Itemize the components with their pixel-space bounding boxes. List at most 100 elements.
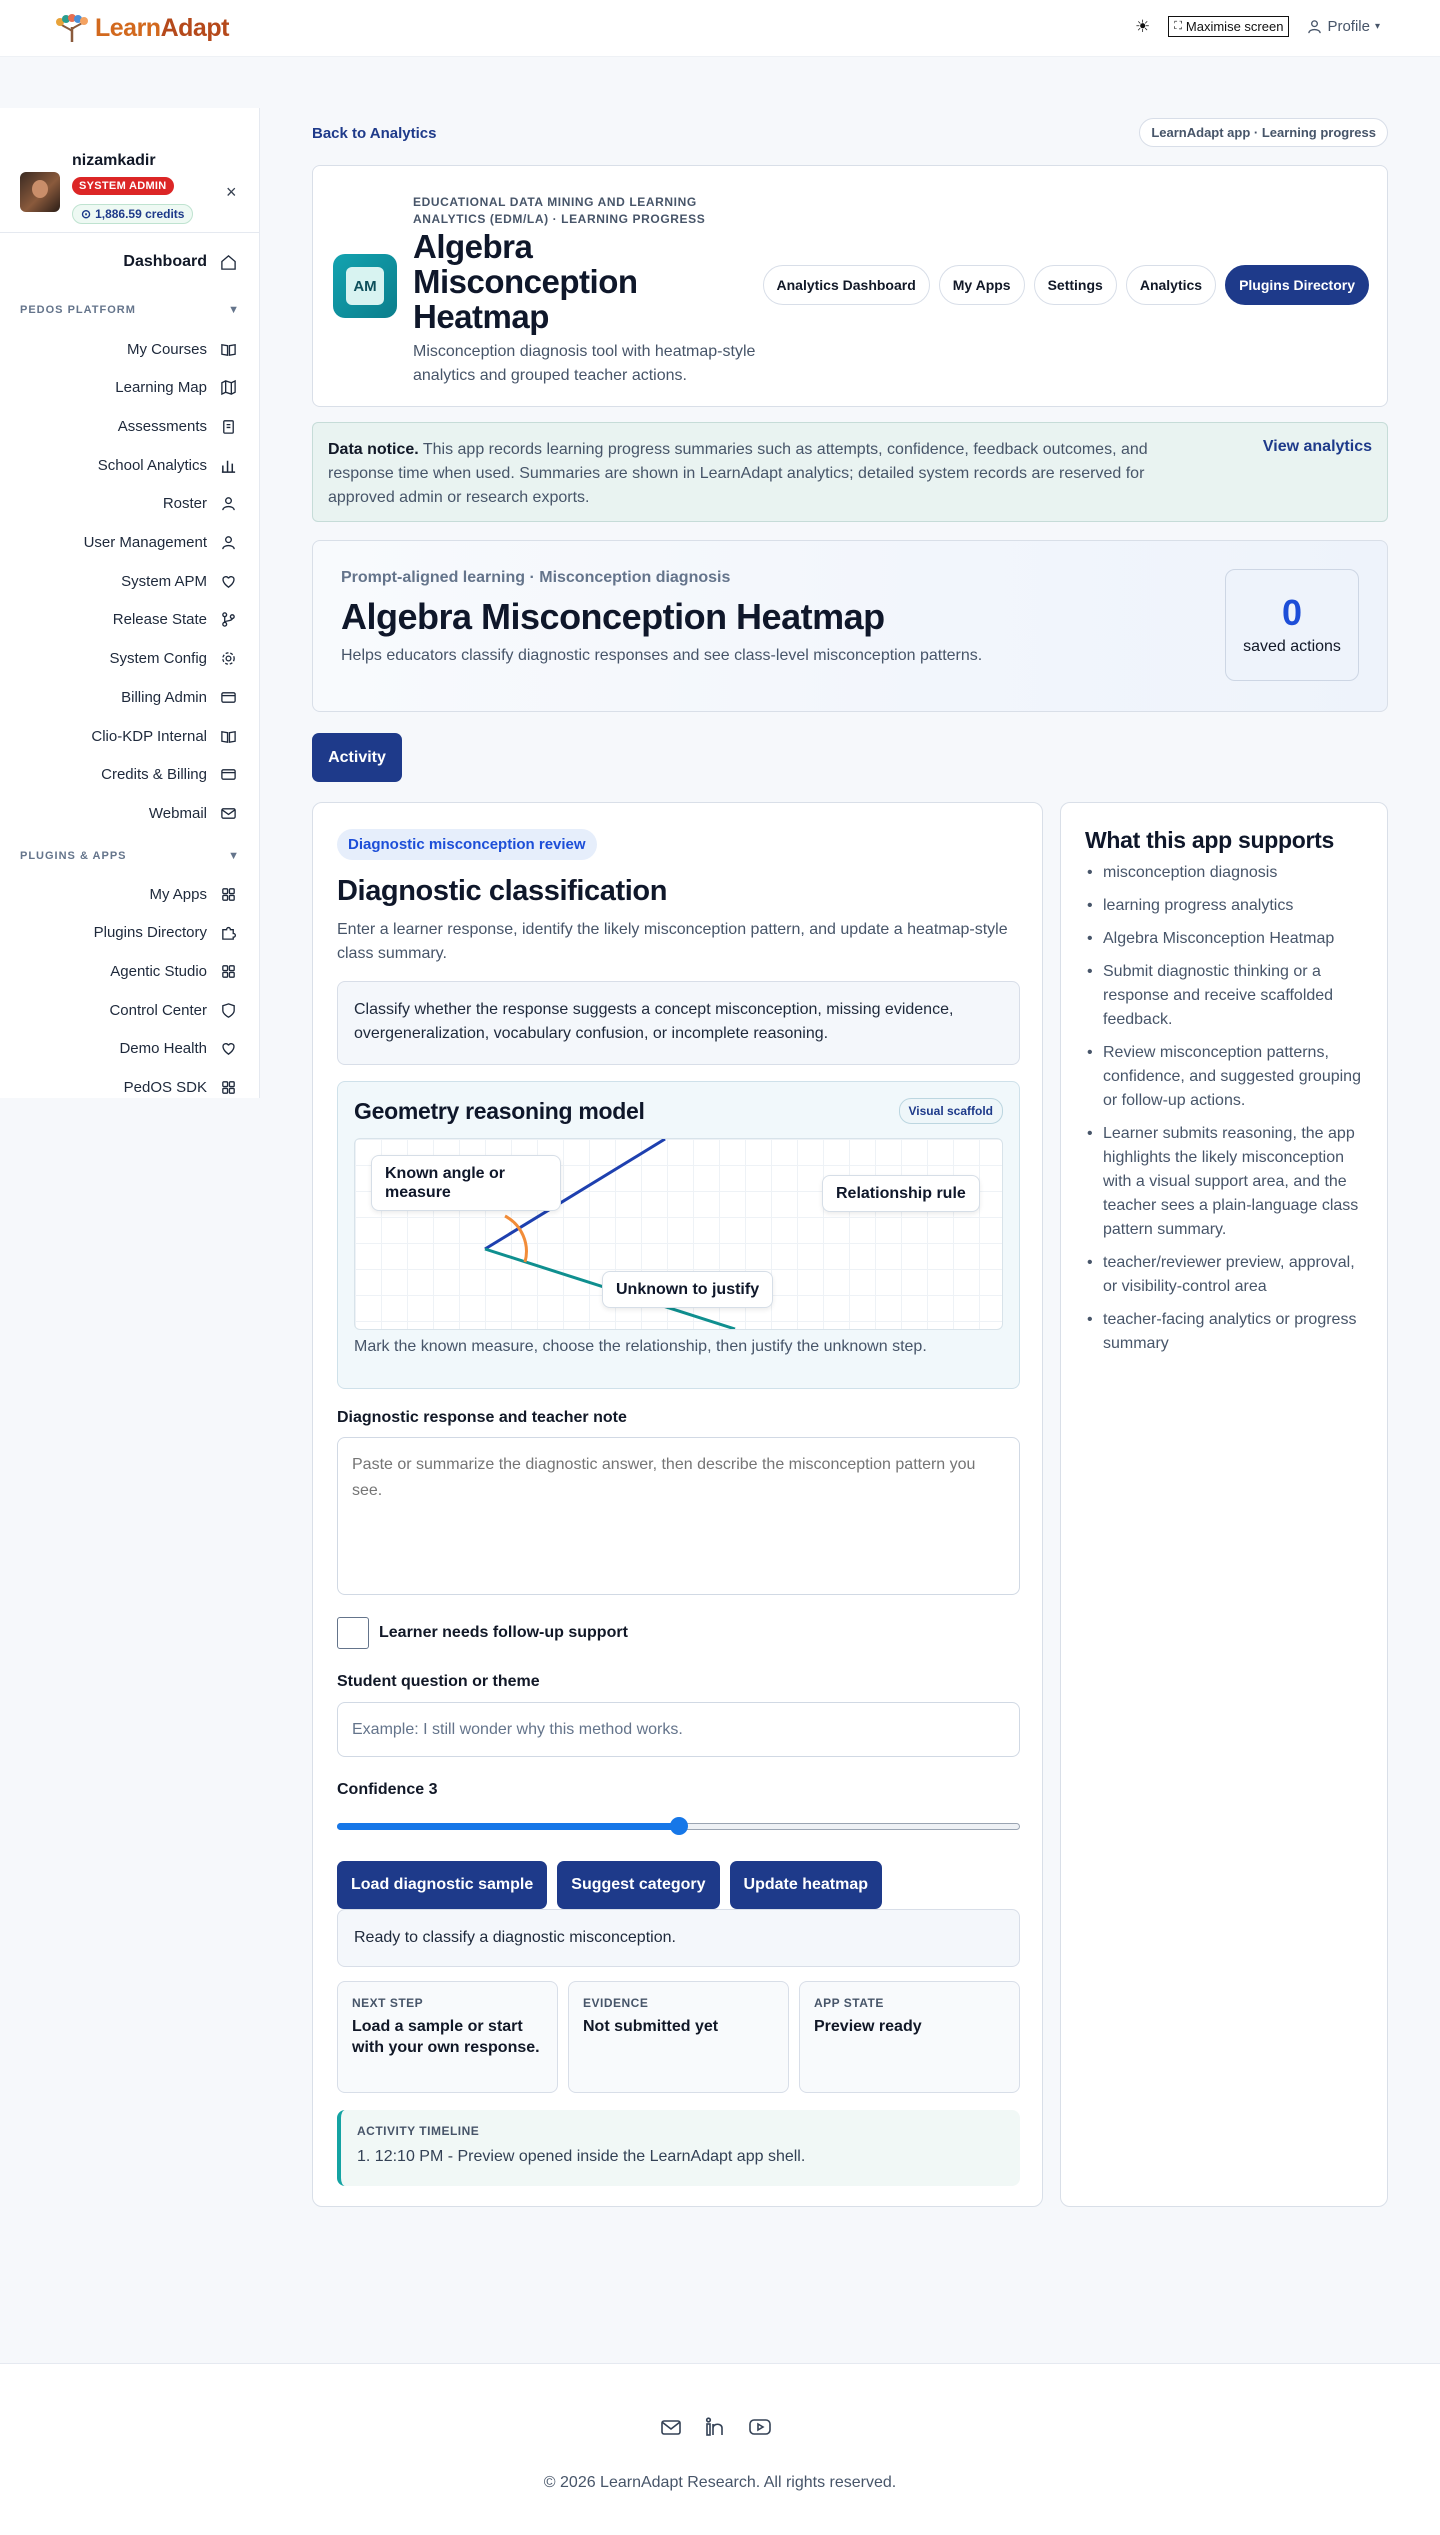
sidebar-item-roster[interactable]: Roster [163, 495, 237, 513]
nav-analytics-dashboard[interactable]: Analytics Dashboard [762, 265, 930, 305]
sidebar-item-control-center[interactable]: Control Center [109, 1001, 237, 1019]
sidebar-item-label: My Courses [126, 340, 207, 358]
back-to-analytics-link[interactable]: Back to Analytics [312, 125, 437, 142]
app-state-box: APP STATE Preview ready [799, 1981, 1020, 2093]
grid-icon [219, 1079, 237, 1097]
supports-list-item: teacher-facing analytics or progress sum… [1085, 1308, 1373, 1356]
sidebar-item-school-analytics[interactable]: School Analytics [98, 456, 237, 474]
app-description: Misconception diagnosis tool with heatma… [413, 343, 756, 384]
action-buttons: Load diagnostic sample Suggest category … [337, 1861, 882, 1909]
slider-thumb[interactable] [669, 1817, 688, 1835]
sidebar-item-label: Release State [112, 611, 207, 629]
nav-settings[interactable]: Settings [1033, 265, 1117, 305]
map-icon [219, 379, 237, 397]
gear-icon [219, 650, 237, 668]
sidebar-item-plugins-directory[interactable]: Plugins Directory [94, 924, 237, 942]
linkedin-icon[interactable] [704, 2416, 726, 2438]
data-notice-text: Data notice. This app records learning p… [328, 441, 1148, 506]
response-textarea[interactable] [337, 1437, 1020, 1595]
section-header-platform[interactable]: PEDOS PLATFORM ▼ [20, 304, 240, 316]
app-context-pill: LearnAdapt app · Learning progress [1139, 118, 1388, 147]
heart-pulse-icon [219, 572, 237, 590]
sidebar-item-label: Roster [162, 495, 207, 513]
avatar[interactable] [20, 172, 60, 212]
activity-timeline: ACTIVITY TIMELINE 1. 12:10 PM - Preview … [337, 2110, 1020, 2186]
clipboard-icon [219, 417, 237, 435]
sidebar-item-dashboard[interactable]: Dashboard [123, 253, 237, 271]
sidebar-item-webmail[interactable]: Webmail [149, 804, 237, 822]
credit-card-icon [219, 766, 237, 784]
nav-analytics[interactable]: Analytics [1125, 265, 1217, 305]
sidebar-item-clio-kdp-internal[interactable]: Clio-KDP Internal [91, 727, 237, 745]
sidebar-item-my-apps[interactable]: My Apps [149, 885, 237, 903]
grid-icon [219, 885, 237, 903]
sidebar-item-my-courses[interactable]: My Courses [127, 340, 237, 358]
tab-activity[interactable]: Activity [312, 733, 402, 782]
theme-toggle-sun-icon[interactable]: ☀ [1135, 17, 1150, 37]
supports-card: What this app supports misconception dia… [1060, 802, 1388, 2207]
load-sample-button[interactable]: Load diagnostic sample [337, 1861, 548, 1909]
profile-menu[interactable]: Profile ▾ [1307, 18, 1380, 35]
view-analytics-link[interactable]: View analytics [1263, 438, 1372, 456]
sidebar-item-label: Billing Admin [121, 688, 207, 706]
status-message: Ready to classify a diagnostic misconcep… [337, 1909, 1020, 1967]
supports-title: What this app supports [1085, 827, 1334, 853]
evidence-value: Not submitted yet [583, 2018, 719, 2035]
activity-instruction: Classify whether the response suggests a… [337, 981, 1020, 1065]
brand-logo[interactable]: LearnAdapt [55, 13, 229, 43]
footer: © 2026 LearnAdapt Research. All rights r… [0, 2363, 1440, 2535]
sidebar-item-system-config[interactable]: System Config [109, 650, 237, 668]
followup-row: Learner needs follow-up support [337, 1617, 628, 1649]
app-icon-label: AM [346, 267, 384, 305]
confidence-slider[interactable] [337, 1817, 1020, 1835]
sidebar-item-demo-health[interactable]: Demo Health [119, 1040, 237, 1058]
sidebar-item-release-state[interactable]: Release State [113, 611, 237, 629]
sidebar-item-learning-map[interactable]: Learning Map [115, 379, 237, 397]
bar-chart-icon [219, 456, 237, 474]
update-heatmap-button[interactable]: Update heatmap [729, 1861, 882, 1909]
credits-badge[interactable]: ⊙ 1,886.59 credits [72, 204, 194, 224]
activity-title: Diagnostic classification [337, 875, 668, 907]
sidebar-item-agentic-studio[interactable]: Agentic Studio [110, 962, 237, 980]
sidebar-item-label: Learning Map [115, 379, 207, 397]
followup-label: Learner needs follow-up support [379, 1624, 628, 1641]
social-links [660, 2416, 772, 2438]
sidebar-item-label: User Management [83, 534, 207, 551]
nav-my-apps[interactable]: My Apps [938, 265, 1025, 305]
supports-list: misconception diagnosis learning progress… [1085, 861, 1373, 1365]
sidebar-item-assessments[interactable]: Assessments [118, 417, 237, 435]
visual-scaffold-badge: Visual scaffold [898, 1098, 1003, 1124]
next-step-key: NEXT STEP [352, 1996, 424, 2010]
git-branch-icon [219, 611, 237, 629]
shield-icon [219, 1001, 237, 1019]
sidebar-item-user-management[interactable]: User Management [84, 534, 237, 552]
sidebar-item-label: Demo Health [119, 1040, 207, 1058]
section-header-plugins[interactable]: PLUGINS & APPS ▼ [20, 850, 240, 862]
sidebar-item-label: System APM [121, 572, 207, 590]
sidebar-item-system-apm[interactable]: System APM [121, 572, 237, 590]
timeline-label: ACTIVITY TIMELINE [357, 2124, 480, 2138]
sidebar: nizamkadir SYSTEM ADMIN ⊙ 1,886.59 credi… [0, 108, 260, 1098]
label-unknown-to-justify: Unknown to justify [602, 1271, 774, 1308]
suggest-category-button[interactable]: Suggest category [557, 1861, 720, 1909]
mail-icon[interactable] [660, 2416, 682, 2438]
collapse-triangle-icon: ▼ [228, 850, 240, 862]
sidebar-item-credits-billing[interactable]: Credits & Billing [101, 766, 237, 784]
sidebar-item-label: Plugins Directory [93, 924, 207, 942]
maximise-screen-button[interactable]: ⛶ Maximise screen [1168, 16, 1290, 37]
question-input[interactable]: Example: I still wonder why this method … [337, 1702, 1020, 1757]
question-label: Student question or theme [337, 1673, 540, 1690]
hero-description: Helps educators classify diagnostic resp… [341, 647, 983, 664]
close-icon[interactable]: × [226, 182, 237, 203]
youtube-icon[interactable] [748, 2416, 772, 2438]
nav-plugins-directory[interactable]: Plugins Directory [1225, 265, 1369, 305]
role-badge: SYSTEM ADMIN [72, 177, 174, 195]
label-known-angle: Known angle or measure [371, 1155, 561, 1211]
response-label: Diagnostic response and teacher note [337, 1409, 627, 1426]
saved-actions-count: 0 [1281, 592, 1303, 633]
user-icon [1308, 20, 1322, 34]
followup-checkbox[interactable] [337, 1617, 369, 1649]
sidebar-item-billing-admin[interactable]: Billing Admin [121, 688, 237, 706]
sidebar-item-pedos-sdk[interactable]: PedOS SDK [124, 1079, 237, 1097]
divider [0, 232, 260, 233]
